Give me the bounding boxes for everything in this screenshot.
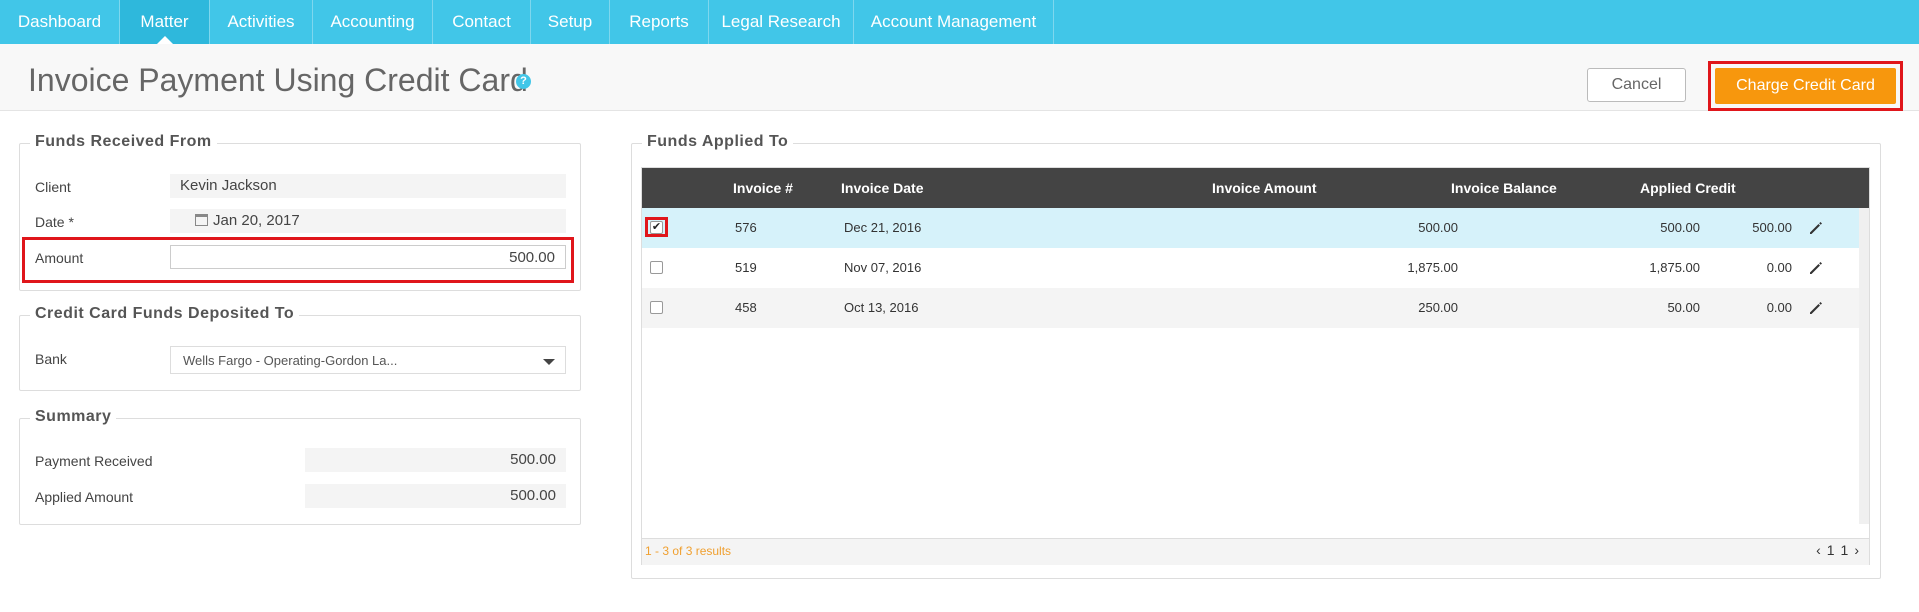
- invoices-table: Invoice # Invoice Date Invoice Amount In…: [641, 167, 1870, 565]
- deposited-to-legend: Credit Card Funds Deposited To: [30, 305, 300, 323]
- nav-item-reports[interactable]: Reports: [610, 0, 709, 44]
- results-count: 1 - 3 of 3 results: [645, 544, 732, 558]
- cell-invoice-date: Nov 07, 2016: [844, 260, 922, 275]
- page-title: Invoice Payment Using Credit Card: [28, 62, 528, 98]
- applied-amount-field: 500.00: [305, 484, 566, 508]
- payment-received-value: 500.00: [510, 451, 556, 468]
- summary-legend: Summary: [30, 408, 117, 426]
- cell-invoice-balance: 500.00: [1660, 220, 1700, 235]
- cell-invoice-number: 458: [735, 300, 757, 315]
- cell-invoice-balance: 1,875.00: [1649, 260, 1700, 275]
- deposited-to-panel: Credit Card Funds Deposited To Bank Well…: [19, 305, 581, 391]
- cell-applied-credit: 0.00: [1766, 300, 1792, 315]
- nav-item-setup[interactable]: Setup: [531, 0, 610, 44]
- col-applied-credit[interactable]: Applied Credit: [1640, 168, 1736, 208]
- prev-page-icon[interactable]: ‹: [1816, 542, 1821, 558]
- client-label: Client: [35, 179, 71, 195]
- bank-label: Bank: [35, 351, 67, 367]
- table-footer: 1 - 3 of 3 results ‹ 1 1 ›: [642, 538, 1869, 565]
- bank-value: Wells Fargo - Operating-Gordon La...: [183, 353, 398, 368]
- applied-amount-label: Applied Amount: [35, 489, 134, 505]
- cell-invoice-amount: 250.00: [1418, 300, 1458, 315]
- funds-received-legend: Funds Received From: [30, 133, 217, 151]
- current-page-number[interactable]: 1: [1841, 542, 1849, 558]
- applied-amount-value: 500.00: [510, 487, 556, 504]
- edit-pencil-icon[interactable]: [1808, 300, 1824, 316]
- nav-item-accounting[interactable]: Accounting: [313, 0, 433, 44]
- page-number[interactable]: 1: [1827, 542, 1835, 558]
- date-field[interactable]: Jan 20, 2017: [170, 209, 566, 233]
- chevron-down-icon: [543, 359, 555, 365]
- bank-select[interactable]: Wells Fargo - Operating-Gordon La...: [170, 346, 566, 374]
- table-scrollbar[interactable]: [1859, 208, 1869, 524]
- cell-invoice-date: Dec 21, 2016: [844, 220, 922, 235]
- nav-item-activities[interactable]: Activities: [210, 0, 313, 44]
- payment-received-field: 500.00: [305, 448, 566, 472]
- next-page-icon[interactable]: ›: [1854, 542, 1859, 558]
- client-field: Kevin Jackson: [170, 174, 566, 198]
- cancel-button[interactable]: Cancel: [1587, 68, 1686, 102]
- edit-pencil-icon[interactable]: [1808, 260, 1824, 276]
- checkbox-highlight: [645, 217, 668, 237]
- table-header: Invoice # Invoice Date Invoice Amount In…: [642, 168, 1869, 208]
- cell-invoice-date: Oct 13, 2016: [844, 300, 919, 315]
- row-checkbox[interactable]: [650, 261, 663, 274]
- nav-item-account-management[interactable]: Account Management: [854, 0, 1054, 44]
- date-value: Jan 20, 2017: [213, 212, 300, 229]
- cell-invoice-number: 576: [735, 220, 757, 235]
- edit-pencil-icon[interactable]: [1808, 220, 1824, 236]
- col-invoice-balance[interactable]: Invoice Balance: [1451, 168, 1557, 208]
- cell-applied-credit: 0.00: [1766, 260, 1792, 275]
- summary-panel: Summary Payment Received 500.00 Applied …: [19, 408, 581, 525]
- cell-invoice-amount: 1,875.00: [1407, 260, 1458, 275]
- funds-applied-legend: Funds Applied To: [642, 133, 794, 151]
- table-row[interactable]: ✔ 576 Dec 21, 2016 500.00 500.00 500.00: [642, 208, 1869, 248]
- help-icon[interactable]: ?: [516, 74, 531, 89]
- cell-applied-credit: 500.00: [1752, 220, 1792, 235]
- table-row[interactable]: 458 Oct 13, 2016 250.00 50.00 0.00: [642, 288, 1869, 328]
- calendar-icon: [195, 214, 208, 226]
- col-invoice-number[interactable]: Invoice #: [733, 168, 793, 208]
- cell-invoice-balance: 50.00: [1667, 300, 1700, 315]
- charge-credit-card-button[interactable]: Charge Credit Card: [1715, 68, 1896, 104]
- page-header: Invoice Payment Using Credit Card ? Canc…: [0, 44, 1919, 111]
- amount-highlight: [22, 237, 574, 283]
- client-value: Kevin Jackson: [180, 177, 277, 194]
- table-row[interactable]: 519 Nov 07, 2016 1,875.00 1,875.00 0.00: [642, 248, 1869, 288]
- top-nav: Dashboard Matter Activities Accounting C…: [0, 0, 1919, 44]
- payment-received-label: Payment Received: [35, 453, 153, 469]
- pagination: ‹ 1 1 ›: [1810, 542, 1859, 558]
- col-invoice-date[interactable]: Invoice Date: [841, 168, 923, 208]
- nav-item-contact[interactable]: Contact: [433, 0, 531, 44]
- nav-item-dashboard[interactable]: Dashboard: [0, 0, 120, 44]
- cell-invoice-number: 519: [735, 260, 757, 275]
- nav-item-legal-research[interactable]: Legal Research: [709, 0, 854, 44]
- col-invoice-amount[interactable]: Invoice Amount: [1212, 168, 1317, 208]
- row-checkbox[interactable]: [650, 301, 663, 314]
- date-label: Date *: [35, 214, 74, 230]
- cell-invoice-amount: 500.00: [1418, 220, 1458, 235]
- nav-item-matter[interactable]: Matter: [120, 0, 210, 44]
